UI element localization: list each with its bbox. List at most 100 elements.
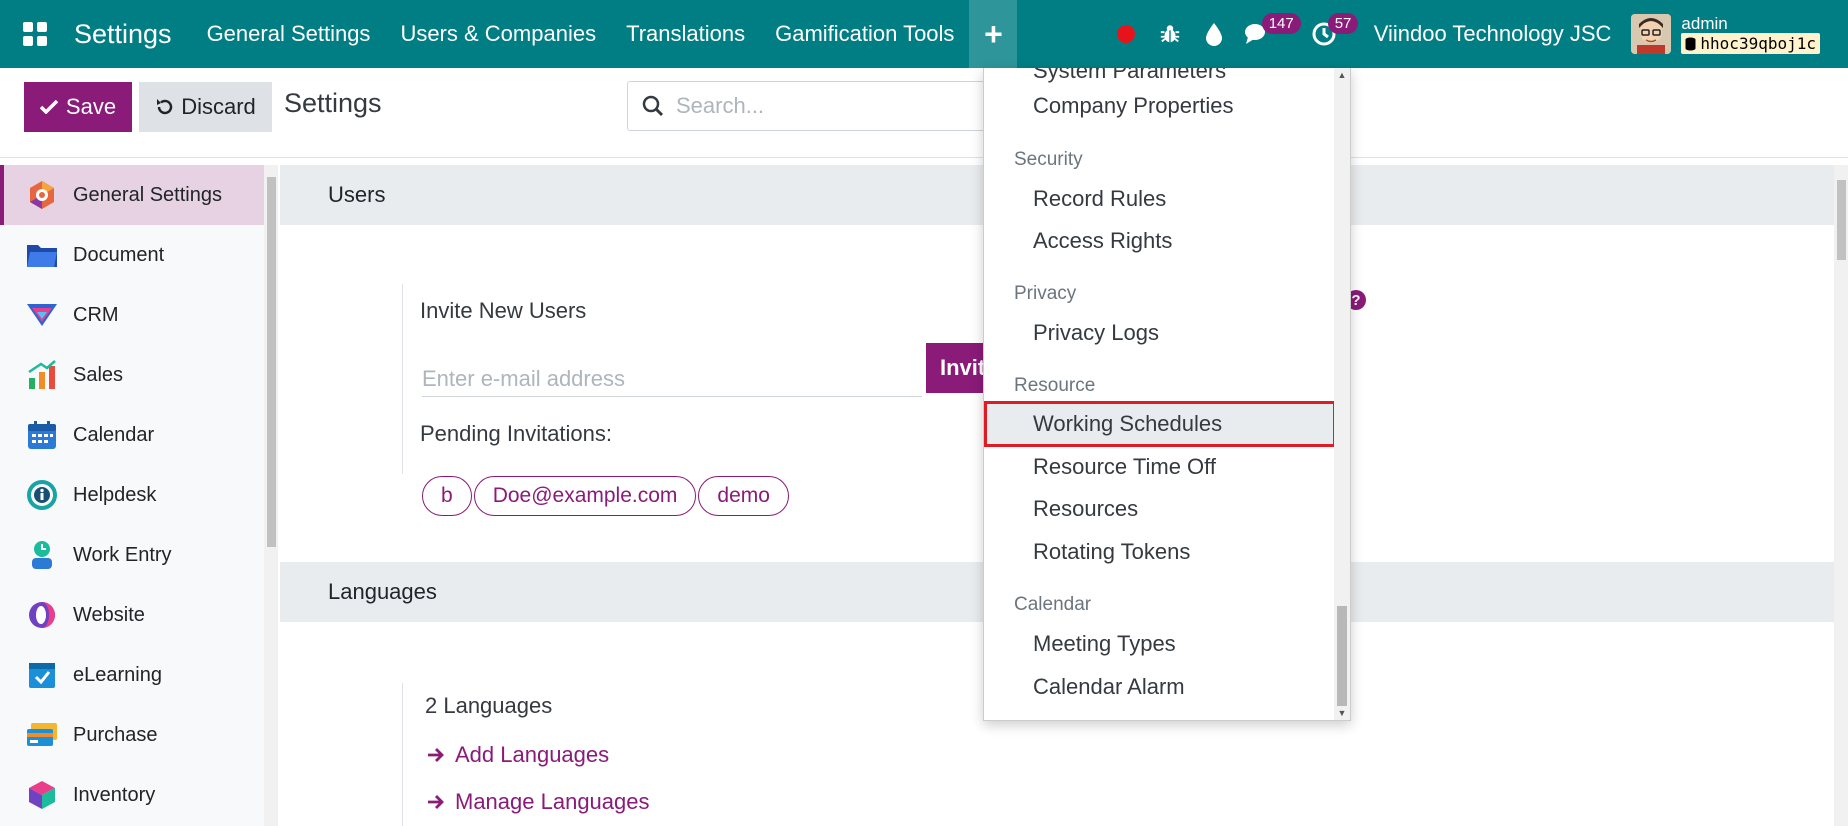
activities-clock-icon[interactable]: 57: [1302, 0, 1359, 68]
menu-general-settings[interactable]: General Settings: [192, 0, 386, 68]
discard-label: Discard: [181, 94, 256, 119]
sidebar-item-label: Inventory: [73, 783, 156, 806]
sales-chart-icon: [26, 359, 58, 391]
dd-item-privacy-logs[interactable]: Privacy Logs: [1033, 320, 1159, 346]
dd-item-system-parameters[interactable]: System Parameters: [1033, 68, 1226, 84]
sidebar-item-label: Sales: [73, 363, 124, 386]
sidebar-item-label: CRM: [73, 303, 119, 326]
messages-chat-icon[interactable]: 147: [1236, 0, 1301, 68]
sidebar-item-inventory[interactable]: Inventory: [0, 765, 264, 825]
dd-item-resources[interactable]: Resources: [1033, 496, 1138, 522]
scroll-up-arrow-icon[interactable]: ▲: [1337, 70, 1347, 80]
search-box[interactable]: [627, 81, 1027, 131]
languages-count: 2 Languages: [425, 693, 553, 718]
elearning-icon: [26, 659, 58, 691]
sidebar-item-work-entry[interactable]: Work Entry: [0, 525, 264, 585]
sidebar-item-label: Purchase: [73, 723, 158, 746]
save-label: Save: [65, 94, 117, 119]
debug-bug-icon[interactable]: [1148, 0, 1192, 68]
manage-languages-link[interactable]: Manage Languages: [427, 789, 650, 815]
database-name: hhoc39qboj1c: [1700, 34, 1816, 53]
menu-users-companies[interactable]: Users & Companies: [385, 0, 611, 68]
drop-icon[interactable]: [1192, 0, 1236, 68]
user-avatar[interactable]: [1631, 14, 1672, 54]
calendar-icon: [26, 419, 58, 451]
dd-item-working-schedules[interactable]: Working Schedules: [984, 401, 1336, 447]
invite-email-input[interactable]: [422, 361, 922, 397]
messages-badge: 147: [1261, 13, 1301, 34]
user-menu[interactable]: admin hhoc39qboj1c: [1681, 14, 1820, 54]
add-languages-link[interactable]: Add Languages: [427, 742, 609, 768]
sidebar-item-document[interactable]: Document: [0, 225, 264, 285]
sidebar-item-label: Document: [73, 243, 165, 266]
dd-item-company-properties[interactable]: Company Properties: [1033, 93, 1234, 119]
main-menu: General Settings Users & Companies Trans…: [192, 0, 1018, 68]
company-switcher[interactable]: Viindoo Technology JSC: [1374, 21, 1612, 47]
dd-header-security: Security: [1014, 149, 1083, 170]
arrow-right-icon: [428, 795, 444, 809]
pending-invitation-chip[interactable]: Doe@example.com: [473, 476, 697, 516]
dd-item-rotating-tokens[interactable]: Rotating Tokens: [1033, 539, 1190, 565]
invite-label: Invite New Users: [420, 298, 587, 323]
dd-item-calendar-alarm[interactable]: Calendar Alarm: [1033, 674, 1185, 700]
content-scrollbar[interactable]: [1834, 165, 1848, 826]
document-folder-icon: [26, 239, 58, 271]
control-panel: Save Discard Settings: [0, 68, 1848, 158]
database-tag: hhoc39qboj1c: [1681, 33, 1820, 54]
sidebar-item-general-settings[interactable]: General Settings: [0, 165, 264, 225]
dd-header-privacy: Privacy: [1014, 283, 1077, 304]
sidebar-item-label: Helpdesk: [73, 483, 157, 506]
sidebar-item-label: General Settings: [73, 183, 222, 206]
crm-icon: [26, 299, 58, 331]
user-name: admin: [1681, 14, 1728, 33]
check-icon: [39, 100, 58, 114]
dd-item-record-rules[interactable]: Record Rules: [1033, 186, 1166, 212]
dropdown-scrollbar[interactable]: ▲ ▼: [1334, 68, 1350, 720]
page-title: Settings: [284, 88, 382, 118]
general-settings-icon: [26, 179, 58, 211]
menu-translations[interactable]: Translations: [611, 0, 760, 68]
sidebar-item-purchase[interactable]: Purchase: [0, 705, 264, 765]
search-icon: [642, 95, 664, 117]
menu-gamification-tools[interactable]: Gamification Tools: [760, 0, 969, 68]
technical-dropdown-menu: System Parameters Company Properties Sec…: [983, 68, 1351, 721]
sidebar-item-label: Website: [73, 603, 145, 626]
sidebar-item-label: Work Entry: [73, 543, 172, 566]
dd-item-resource-time-off[interactable]: Resource Time Off: [1033, 454, 1216, 480]
save-button[interactable]: Save: [24, 82, 132, 132]
dropdown-scroll-thumb[interactable]: [1337, 606, 1347, 706]
sidebar-item-elearning[interactable]: eLearning: [0, 645, 264, 705]
work-entry-icon: [26, 539, 58, 571]
discard-button[interactable]: Discard: [139, 82, 272, 132]
top-navbar: Settings General Settings Users & Compan…: [0, 0, 1848, 68]
sidebar-item-website[interactable]: Website: [0, 585, 264, 645]
dd-item-meeting-types[interactable]: Meeting Types: [1033, 631, 1176, 657]
record-icon[interactable]: [1104, 0, 1148, 68]
add-languages-label: Add Languages: [455, 742, 610, 767]
pending-label: Pending Invitations:: [420, 421, 613, 446]
systray: 147 57 Viindoo Technology JSC admin hhoc…: [1104, 0, 1848, 68]
technical-menu-plus-icon[interactable]: +: [969, 0, 1018, 68]
sidebar-item-crm[interactable]: CRM: [0, 285, 264, 345]
database-icon: [1685, 37, 1696, 50]
sidebar-item-sales[interactable]: Sales: [0, 345, 264, 405]
search-input[interactable]: [676, 93, 976, 119]
inventory-box-icon: [26, 779, 58, 811]
purchase-card-icon: [26, 719, 58, 751]
apps-menu-icon[interactable]: [0, 0, 70, 68]
activities-badge: 57: [1327, 13, 1359, 34]
dropdown-items: System Parameters Company Properties Sec…: [984, 68, 1336, 720]
pending-invitation-chip[interactable]: demo: [698, 476, 789, 516]
sidebar-item-calendar[interactable]: Calendar: [0, 405, 264, 465]
arrow-right-icon: [428, 748, 444, 762]
scroll-down-arrow-icon[interactable]: ▼: [1337, 708, 1347, 718]
sidebar-scrollbar[interactable]: [264, 165, 278, 826]
dd-item-access-rights[interactable]: Access Rights: [1033, 228, 1172, 254]
app-brand[interactable]: Settings: [74, 19, 172, 50]
pending-invitations: b Doe@example.com demo: [422, 476, 789, 516]
pending-invitation-chip[interactable]: b: [422, 476, 472, 516]
settings-sidebar: General Settings Document CRM Sales Cale…: [0, 165, 264, 826]
sidebar-item-helpdesk[interactable]: Helpdesk: [0, 465, 264, 525]
sidebar-item-label: Calendar: [73, 423, 155, 446]
dd-header-resource: Resource: [1014, 375, 1096, 396]
